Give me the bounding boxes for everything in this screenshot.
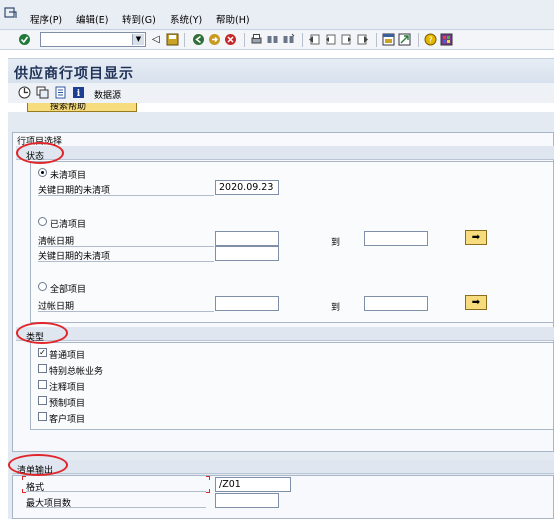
customer-items-label: 客户项目 xyxy=(49,415,86,425)
toolbar-separator xyxy=(184,33,185,47)
noted-items-checkbox[interactable] xyxy=(38,380,47,389)
find-icon[interactable] xyxy=(266,33,279,46)
search-help-label: 搜索帮助 xyxy=(50,103,87,112)
toolbar-separator xyxy=(376,33,377,47)
back-icon[interactable] xyxy=(192,33,205,46)
all-items-radio[interactable] xyxy=(38,282,47,291)
exit-icon[interactable] xyxy=(208,33,221,46)
field-underline xyxy=(26,491,206,492)
prev-page-icon[interactable] xyxy=(324,33,337,46)
noted-items-label: 注释项目 xyxy=(49,383,86,393)
toolbar-separator xyxy=(418,33,419,47)
posting-date-to-input[interactable] xyxy=(364,296,428,311)
new-session-icon[interactable] xyxy=(382,33,395,46)
cancel-icon[interactable] xyxy=(224,33,237,46)
posting-date-multiple-selection-button[interactable]: ➡ xyxy=(465,295,487,310)
cleared-items-radio[interactable] xyxy=(38,217,47,226)
all-items-label: 全部项目 xyxy=(50,285,87,295)
sap-logo-icon[interactable] xyxy=(4,6,18,20)
focus-corner xyxy=(206,489,210,493)
command-field[interactable]: ▼ xyxy=(40,32,146,47)
cleared-key-date-input[interactable] xyxy=(215,246,279,261)
type-frame xyxy=(30,342,554,430)
next-page-icon[interactable] xyxy=(340,33,353,46)
special-gl-checkbox[interactable] xyxy=(38,364,47,373)
clearing-date-to-label: 到 xyxy=(331,238,341,248)
menu-goto[interactable]: 转到(G) xyxy=(122,12,156,26)
field-underline xyxy=(38,195,214,196)
standard-toolbar: ▼ ◁ ? xyxy=(0,30,554,50)
menu-help[interactable]: 帮助(H) xyxy=(216,12,250,26)
max-items-input[interactable] xyxy=(215,493,279,508)
shortcut-icon[interactable] xyxy=(398,33,411,46)
application-toolbar: i 数据源 xyxy=(8,83,554,103)
special-gl-label: 特别总帐业务 xyxy=(49,367,104,377)
customer-items-checkbox[interactable] xyxy=(38,412,47,421)
focus-corner xyxy=(22,489,26,493)
save-icon[interactable] xyxy=(166,33,179,46)
toolbar-separator xyxy=(244,33,245,47)
enter-icon[interactable] xyxy=(18,33,31,46)
find-next-icon[interactable] xyxy=(282,33,295,46)
parked-items-checkbox[interactable] xyxy=(38,396,47,405)
field-underline xyxy=(26,507,206,508)
field-underline xyxy=(38,261,214,262)
help-icon[interactable]: ? xyxy=(424,33,437,46)
menu-program[interactable]: 程序(P) xyxy=(30,12,62,26)
search-help-button[interactable]: 搜索帮助 xyxy=(27,103,137,112)
arrow-right-icon: ➡ xyxy=(471,232,481,243)
status-header-bar xyxy=(16,146,554,160)
focus-corner xyxy=(206,476,210,480)
menu-system[interactable]: 系统(Y) xyxy=(170,12,202,26)
info-icon[interactable]: i xyxy=(72,86,85,99)
posting-date-to-label: 到 xyxy=(331,303,341,313)
list-output-header-bar xyxy=(12,460,554,474)
menu-edit[interactable]: 编辑(E) xyxy=(76,12,108,26)
clearing-date-multiple-selection-button[interactable]: ➡ xyxy=(465,230,487,245)
clearing-date-from-input[interactable] xyxy=(215,231,279,246)
field-underline xyxy=(38,246,214,247)
datasource-button[interactable]: 数据源 xyxy=(94,88,121,101)
parked-items-label: 预制项目 xyxy=(49,399,86,409)
chevron-down-icon[interactable]: ▼ xyxy=(132,34,144,45)
svg-text:?: ? xyxy=(428,36,432,45)
open-items-label: 未清项目 xyxy=(50,171,87,181)
layout-input[interactable]: /Z01 xyxy=(215,477,291,492)
clearing-date-to-input[interactable] xyxy=(364,231,428,246)
last-page-icon[interactable] xyxy=(356,33,369,46)
normal-items-checkbox[interactable]: ✓ xyxy=(38,348,47,357)
page-title: 供应商行项目显示 xyxy=(14,66,134,82)
toolbar-separator xyxy=(302,33,303,47)
annotation-circle-status xyxy=(16,142,64,164)
print-icon[interactable] xyxy=(250,33,263,46)
save-variant-icon[interactable] xyxy=(36,86,49,99)
menu-bar: 程序(P) 编辑(E) 转到(G) 系统(Y) 帮助(H) xyxy=(0,0,554,30)
arrow-right-icon: ➡ xyxy=(471,297,481,308)
layout-icon[interactable] xyxy=(440,33,453,46)
variant-list-icon[interactable] xyxy=(54,86,67,99)
annotation-circle-type xyxy=(16,322,68,344)
field-underline xyxy=(38,311,214,312)
first-page-icon[interactable] xyxy=(308,33,321,46)
annotation-circle-list-output xyxy=(8,454,68,476)
type-header-bar xyxy=(16,327,554,341)
triangle-left-icon[interactable]: ◁ xyxy=(152,33,165,46)
svg-text:i: i xyxy=(77,89,81,99)
normal-items-label: 普通项目 xyxy=(49,351,86,361)
title-bar: 供应商行项目显示 xyxy=(8,58,554,83)
open-key-date-input[interactable]: 2020.09.23 xyxy=(215,180,279,195)
open-items-radio[interactable] xyxy=(38,168,47,177)
execute-icon[interactable] xyxy=(18,86,31,99)
cleared-items-label: 已清项目 xyxy=(50,220,87,230)
posting-date-from-input[interactable] xyxy=(215,296,279,311)
focus-corner xyxy=(22,476,26,480)
